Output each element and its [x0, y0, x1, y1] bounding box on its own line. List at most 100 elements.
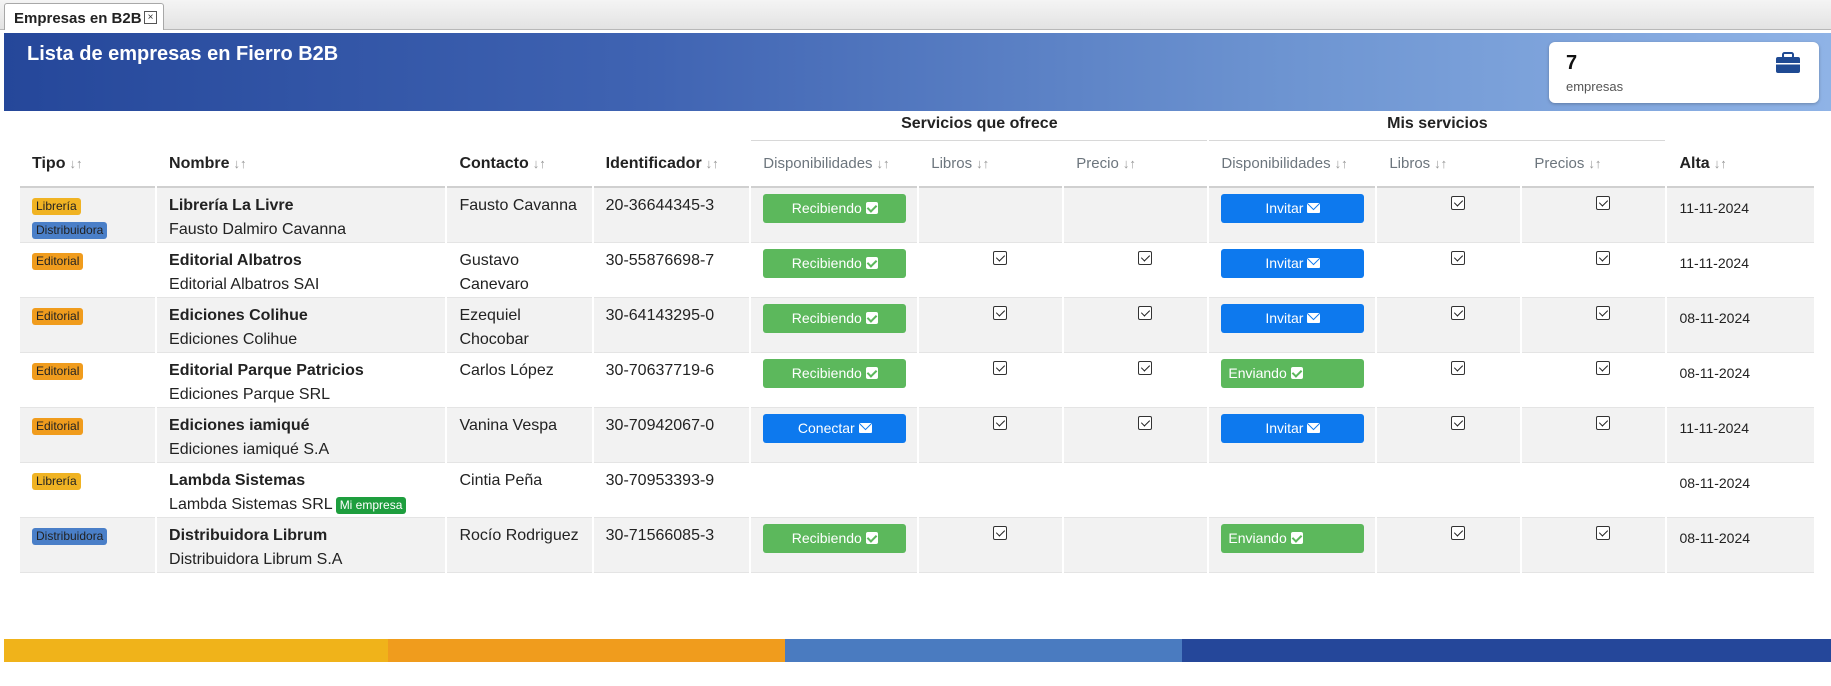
sort-icon[interactable]: ↓↑ — [1714, 156, 1727, 171]
column-header-identificador[interactable]: Identificador ↓↑ — [593, 141, 750, 188]
contact-cell: Fausto Cavanna — [447, 188, 592, 243]
invitar-button[interactable]: Invitar — [1221, 249, 1365, 278]
name-cell: Lambda Sistemas Lambda Sistemas SRL Mi emp… — [157, 463, 446, 518]
company-name: Ediciones iamiqué — [169, 417, 310, 434]
availability-mine-cell: Invitar — [1209, 243, 1376, 298]
prices-mine-cell — [1522, 463, 1666, 518]
recibiendo-button[interactable]: Recibiendo — [763, 304, 907, 333]
sort-icon[interactable]: ↓↑ — [1123, 156, 1136, 171]
button-label: Enviando — [1228, 530, 1287, 546]
company-legal-name: Ediciones iamiqué S.A — [169, 441, 330, 458]
name-cell: Editorial Parque Patricios Ediciones Parq… — [157, 353, 446, 408]
table-row[interactable]: Editorial Ediciones iamiqué Ediciones iami… — [20, 408, 1814, 463]
identifier: 20-36644345-3 — [605, 197, 715, 214]
group-mis-servicios: Mis servicios — [1209, 112, 1666, 141]
check-icon — [865, 367, 878, 379]
sort-icon[interactable]: ↓↑ — [1588, 156, 1601, 171]
recibiendo-button[interactable]: Recibiendo — [763, 359, 907, 388]
column-header-disp2[interactable]: Disponibilidades ↓↑ — [1209, 141, 1376, 188]
contact-cell: Rocío Rodriguez — [447, 518, 592, 573]
sort-icon[interactable]: ↓↑ — [877, 156, 890, 171]
sort-icon[interactable]: ↓↑ — [1434, 156, 1447, 171]
checked-checkbox-icon — [993, 306, 1008, 320]
enviando-button[interactable]: Enviando — [1221, 359, 1365, 388]
column-header-label: Libros — [931, 155, 973, 172]
table-row[interactable]: Distribuidora Distribuidora Librum Distrib… — [20, 518, 1814, 573]
registration-date: 08-11-2024 — [1679, 475, 1751, 491]
checked-checkbox-icon — [993, 251, 1008, 265]
company-legal-name: Lambda Sistemas SRL — [169, 496, 333, 513]
contact-cell: Vanina Vespa — [447, 408, 592, 463]
enviando-button[interactable]: Enviando — [1221, 524, 1365, 553]
type-cell: Editorial — [20, 243, 156, 298]
company-legal-name: Distribuidora Librum S.A — [169, 551, 343, 568]
recibiendo-button[interactable]: Recibiendo — [763, 194, 907, 223]
recibiendo-button[interactable]: Recibiendo — [763, 249, 907, 278]
company-legal-name: Ediciones Parque SRL — [169, 386, 331, 403]
tab-strip: Empresas en B2B × — [0, 0, 1831, 30]
footer-segment-blue — [785, 639, 1182, 662]
conectar-button[interactable]: Conectar — [763, 414, 907, 443]
column-header-precios2[interactable]: Precios ↓↑ — [1522, 141, 1666, 188]
button-label: Invitar — [1265, 200, 1304, 216]
books-offered-cell — [919, 188, 1063, 243]
column-header-libros1[interactable]: Libros ↓↑ — [919, 141, 1063, 188]
checked-checkbox-icon — [1596, 361, 1611, 375]
sort-icon[interactable]: ↓↑ — [1335, 156, 1348, 171]
price-offered-cell — [1064, 463, 1208, 518]
column-header-alta[interactable]: Alta ↓↑ — [1667, 141, 1814, 188]
type-cell: Librería — [20, 463, 156, 518]
availability-offered-cell: Recibiendo — [751, 298, 918, 353]
table-row[interactable]: Librería Lambda Sistemas Lambda Sistemas S… — [20, 463, 1814, 518]
contact-name: Fausto Cavanna — [459, 197, 577, 214]
type-cell: Editorial — [20, 353, 156, 408]
availability-offered-cell: Recibiendo — [751, 518, 918, 573]
type-cell: Librería Distribuidora — [20, 188, 156, 243]
sort-icon[interactable]: ↓↑ — [706, 156, 719, 171]
invitar-button[interactable]: Invitar — [1221, 304, 1365, 333]
identifier-cell: 30-70637719-6 — [593, 353, 750, 408]
envelope-icon — [1307, 258, 1321, 268]
recibiendo-button[interactable]: Recibiendo — [763, 524, 907, 553]
type-badge: Librería — [32, 198, 81, 215]
type-badge: Editorial — [32, 418, 84, 435]
checked-checkbox-icon — [1596, 306, 1611, 320]
sort-icon[interactable]: ↓↑ — [533, 156, 546, 171]
column-header-label: Alta — [1679, 154, 1710, 172]
column-header-contacto[interactable]: Contacto ↓↑ — [447, 141, 592, 188]
checked-checkbox-icon — [993, 416, 1008, 430]
close-box-icon[interactable]: × — [144, 11, 157, 24]
date-cell: 11-11-2024 — [1667, 243, 1814, 298]
column-header-disp1[interactable]: Disponibilidades ↓↑ — [751, 141, 918, 188]
name-cell: Distribuidora Librum Distribuidora Librum… — [157, 518, 446, 573]
books-mine-cell — [1377, 463, 1521, 518]
invitar-button[interactable]: Invitar — [1221, 414, 1365, 443]
availability-mine-cell: Enviando — [1209, 518, 1376, 573]
column-header-libros2[interactable]: Libros ↓↑ — [1377, 141, 1521, 188]
column-header-tipo[interactable]: Tipo ↓↑ — [20, 141, 156, 188]
checked-checkbox-icon — [1451, 361, 1466, 375]
tab-empresas[interactable]: Empresas en B2B × — [4, 3, 164, 30]
price-offered-cell — [1064, 243, 1208, 298]
table-row[interactable]: Editorial Ediciones Colihue Ediciones Coli… — [20, 298, 1814, 353]
footer-segment-yellow — [4, 639, 388, 662]
checked-checkbox-icon — [1596, 526, 1611, 540]
sort-icon[interactable]: ↓↑ — [976, 156, 989, 171]
checked-checkbox-icon — [1138, 361, 1153, 375]
column-header-label: Precios — [1534, 155, 1585, 172]
identifier: 30-55876698-7 — [605, 252, 715, 269]
sort-icon[interactable]: ↓↑ — [69, 156, 82, 171]
footer-color-bar — [4, 639, 1831, 662]
column-header-precio1[interactable]: Precio ↓↑ — [1064, 141, 1208, 188]
table-row[interactable]: Editorial Editorial Albatros Editorial Alb… — [20, 243, 1814, 298]
availability-mine-cell: Enviando — [1209, 353, 1376, 408]
button-label: Recibiendo — [791, 200, 862, 216]
table-row[interactable]: Editorial Editorial Parque Patricios Edici… — [20, 353, 1814, 408]
invitar-button[interactable]: Invitar — [1221, 194, 1365, 223]
column-header-nombre[interactable]: Nombre ↓↑ — [157, 141, 446, 188]
sort-icon[interactable]: ↓↑ — [234, 156, 247, 171]
availability-mine-cell: Invitar — [1209, 408, 1376, 463]
type-badge: Librería — [32, 473, 81, 490]
table-row[interactable]: Librería Distribuidora Librería La Livre Fa… — [20, 188, 1814, 243]
availability-mine-cell: Invitar — [1209, 298, 1376, 353]
